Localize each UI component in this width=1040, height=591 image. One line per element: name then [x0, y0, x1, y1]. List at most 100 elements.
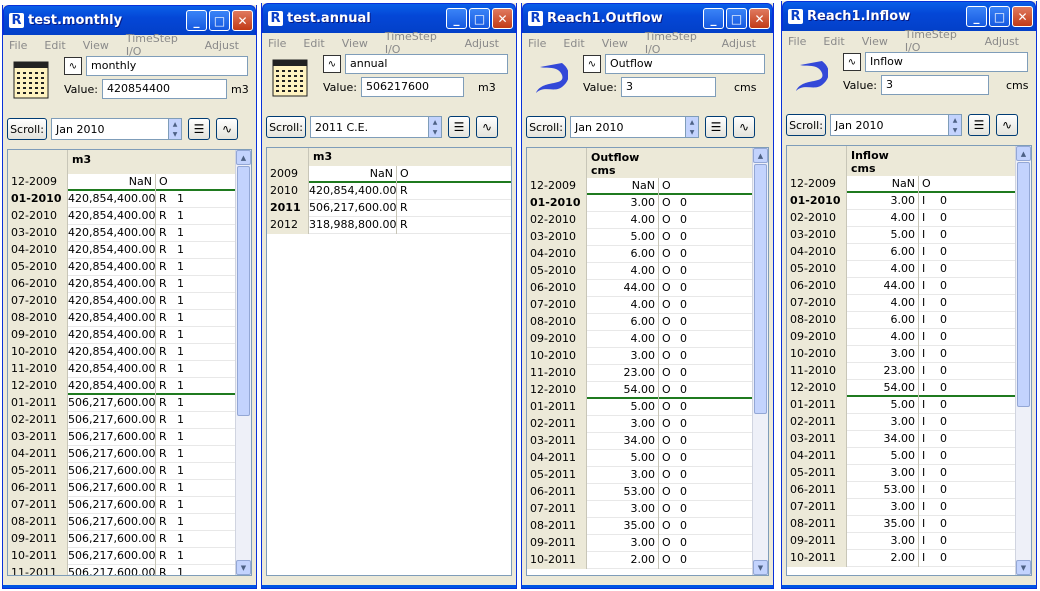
table-row[interactable]: 09-2011 3.00 I 0 — [787, 533, 1031, 550]
table-row[interactable]: 07-2011 506,217,600.00 R 1 — [8, 497, 251, 514]
row-value[interactable]: 4.00 — [587, 331, 659, 348]
table-row[interactable]: 07-2010 4.00 O 0 — [527, 297, 768, 314]
table-row[interactable]: 08-2011 506,217,600.00 R 1 — [8, 514, 251, 531]
list-view-icon[interactable]: ☰ — [968, 114, 990, 136]
row-value[interactable]: 23.00 — [847, 363, 919, 380]
table-row[interactable]: 03-2010 5.00 O 0 — [527, 229, 768, 246]
table-row[interactable]: 10-2011 2.00 I 0 — [787, 550, 1031, 567]
menu-item-view[interactable]: View — [83, 39, 109, 52]
table-row[interactable]: 07-2010 4.00 I 0 — [787, 295, 1031, 312]
table-row[interactable]: 09-2011 506,217,600.00 R 1 — [8, 531, 251, 548]
spin-down-icon[interactable]: ▼ — [953, 127, 958, 134]
table-row[interactable]: 10-2011 2.00 O 0 — [527, 552, 768, 569]
date-select[interactable]: Jan 2010 ▲ ▼ — [830, 114, 962, 136]
maximize-button[interactable]: □ — [726, 8, 747, 29]
spin-up-icon[interactable]: ▲ — [433, 119, 438, 126]
row-value[interactable]: 54.00 — [587, 382, 659, 399]
row-value[interactable]: 4.00 — [587, 263, 659, 280]
table-row[interactable]: 12-2009 NaN O — [787, 176, 1031, 193]
row-value[interactable]: 420,854,400.00 — [68, 242, 156, 259]
maximize-button[interactable]: □ — [989, 6, 1010, 27]
maximize-button[interactable]: □ — [209, 10, 230, 31]
menu-item-view[interactable]: View — [342, 37, 368, 50]
menu-item-adjust[interactable]: Adjust — [205, 39, 239, 52]
date-select[interactable]: Jan 2010 ▲ ▼ — [51, 118, 182, 140]
row-value[interactable]: 4.00 — [847, 329, 919, 346]
vertical-scrollbar[interactable]: ▲ ▼ — [235, 150, 251, 575]
row-value[interactable]: 506,217,600.00 — [68, 514, 156, 531]
row-value[interactable]: 3.00 — [587, 416, 659, 433]
row-value[interactable]: 3.00 — [587, 195, 659, 212]
row-value[interactable]: 3.00 — [587, 501, 659, 518]
table-row[interactable]: 10-2010 420,854,400.00 R 1 — [8, 344, 251, 361]
row-value[interactable]: 420,854,400.00 — [68, 208, 156, 225]
date-spinner[interactable]: ▲ ▼ — [685, 117, 698, 137]
scroll-button[interactable]: Scroll: — [526, 116, 566, 138]
row-value[interactable]: 420,854,400.00 — [68, 361, 156, 378]
row-value[interactable]: 506,217,600.00 — [68, 412, 156, 429]
table-row[interactable]: 06-2011 506,217,600.00 R 1 — [8, 480, 251, 497]
list-view-icon[interactable]: ☰ — [188, 118, 210, 140]
table-row[interactable]: 02-2011 3.00 I 0 — [787, 414, 1031, 431]
scroll-down-icon[interactable]: ▼ — [1016, 560, 1031, 575]
row-value[interactable]: 6.00 — [587, 246, 659, 263]
row-value[interactable]: 3.00 — [587, 535, 659, 552]
row-value[interactable]: 4.00 — [847, 210, 919, 227]
slot-name-field[interactable]: annual — [345, 54, 508, 74]
close-button[interactable]: ✕ — [232, 10, 253, 31]
vertical-scrollbar[interactable]: ▲ ▼ — [752, 148, 768, 575]
data-table[interactable]: Inflow cms 12-2009 NaN O 01-2010 3.00 I … — [786, 145, 1032, 576]
spin-up-icon[interactable]: ▲ — [173, 121, 178, 128]
table-row[interactable]: 10-2010 3.00 I 0 — [787, 346, 1031, 363]
row-value[interactable]: 420,854,400.00 — [68, 225, 156, 242]
vertical-scrollbar[interactable]: ▲ ▼ — [1015, 146, 1031, 575]
slot-name-field[interactable]: Outflow — [605, 54, 765, 74]
menu-item-view[interactable]: View — [862, 35, 888, 48]
row-value[interactable]: 506,217,600.00 — [68, 480, 156, 497]
plot-icon[interactable]: ∿ — [216, 118, 238, 140]
table-row[interactable]: 11-2010 420,854,400.00 R 1 — [8, 361, 251, 378]
row-value[interactable]: 318,988,800.00 — [309, 217, 397, 234]
scroll-thumb[interactable] — [1017, 162, 1030, 407]
date-spinner[interactable]: ▲ ▼ — [428, 117, 441, 137]
row-value[interactable]: 3.00 — [847, 499, 919, 516]
spin-down-icon[interactable]: ▼ — [173, 131, 178, 138]
table-row[interactable]: 05-2010 4.00 I 0 — [787, 261, 1031, 278]
scroll-up-icon[interactable]: ▲ — [236, 150, 251, 165]
table-row[interactable]: 07-2011 3.00 O 0 — [527, 501, 768, 518]
row-value[interactable]: NaN — [68, 174, 156, 191]
scroll-button[interactable]: Scroll: — [7, 118, 47, 140]
minimize-button[interactable]: _ — [703, 8, 724, 29]
title-bar[interactable]: R test.annual _ □ ✕ — [262, 3, 516, 33]
table-row[interactable]: 05-2010 4.00 O 0 — [527, 263, 768, 280]
column-header[interactable]: m3 — [72, 154, 91, 166]
row-value[interactable]: 4.00 — [587, 297, 659, 314]
list-view-icon[interactable]: ☰ — [705, 116, 727, 138]
row-value[interactable]: 420,854,400.00 — [68, 259, 156, 276]
value-field[interactable]: 3 — [881, 75, 989, 95]
table-row[interactable]: 03-2011 34.00 O 0 — [527, 433, 768, 450]
table-row[interactable]: 12-2009 NaN O — [8, 174, 251, 191]
row-value[interactable]: 506,217,600.00 — [68, 446, 156, 463]
scroll-up-icon[interactable]: ▲ — [753, 148, 768, 163]
table-row[interactable]: 06-2011 53.00 O 0 — [527, 484, 768, 501]
row-value[interactable]: 34.00 — [587, 433, 659, 450]
title-bar[interactable]: R Reach1.Outflow _ □ ✕ — [522, 3, 773, 33]
title-bar[interactable]: R Reach1.Inflow _ □ ✕ — [782, 1, 1036, 31]
row-value[interactable]: 2.00 — [587, 552, 659, 569]
close-button[interactable]: ✕ — [749, 8, 770, 29]
scroll-down-icon[interactable]: ▼ — [236, 560, 251, 575]
row-value[interactable]: 506,217,600.00 — [309, 200, 397, 217]
minimize-button[interactable]: _ — [966, 6, 987, 27]
data-table[interactable]: m3 12-2009 NaN O 01-2010 420,854,400.00 … — [7, 149, 252, 576]
row-value[interactable]: 3.00 — [847, 346, 919, 363]
column-header[interactable]: m3 — [313, 151, 332, 163]
row-value[interactable]: 506,217,600.00 — [68, 463, 156, 480]
row-value[interactable]: 5.00 — [587, 450, 659, 467]
menu-item-file[interactable]: File — [9, 39, 27, 52]
timeseries-icon[interactable]: ∿ — [323, 55, 341, 73]
row-value[interactable]: 5.00 — [587, 399, 659, 416]
date-select[interactable]: Jan 2010 ▲ ▼ — [570, 116, 699, 138]
scroll-thumb[interactable] — [754, 164, 767, 414]
table-row[interactable]: 02-2011 3.00 O 0 — [527, 416, 768, 433]
